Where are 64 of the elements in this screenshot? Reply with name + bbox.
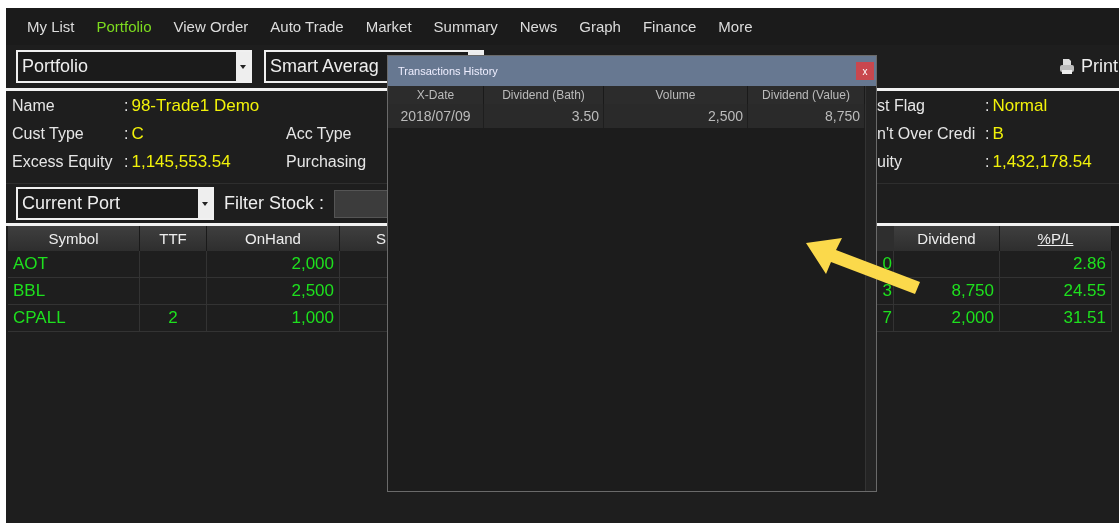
column-header[interactable]: Dividend [894, 226, 1000, 251]
column-header[interactable]: Symbol [8, 226, 140, 251]
table-cell: 2.86 [1000, 251, 1112, 278]
table-cell: 2 [140, 305, 207, 332]
field-label: Acc Type [286, 124, 353, 144]
table-cell: 2,000 [207, 251, 340, 278]
menu-tab[interactable]: Market [354, 18, 423, 35]
menu-tab[interactable]: Finance [631, 18, 708, 35]
field-label: Excess Equity [12, 152, 114, 172]
field-value: 98-Trade1 Demo [131, 95, 261, 117]
table-cell [140, 251, 207, 278]
portfolio-dropdown[interactable]: Portfolio [16, 50, 252, 83]
port-dropdown[interactable]: Current Port [16, 187, 214, 220]
table-cell: 31.51 [1000, 305, 1112, 332]
colon: : [124, 152, 130, 172]
field-value: Normal [992, 95, 1049, 117]
table-cell: 3.50 [484, 104, 604, 128]
column-header: Volume [604, 86, 748, 104]
column-header: Dividend (Value) [748, 86, 865, 104]
column-header [877, 226, 894, 251]
field-label: n't Over Credi [877, 124, 977, 144]
field-value: 1,432,178.54 [992, 151, 1093, 173]
menu-tab[interactable]: Summary [422, 18, 509, 35]
table-cell: BBL [8, 278, 140, 305]
table-cell: 2018/07/09 [388, 104, 484, 128]
column-header[interactable]: TTF [140, 226, 207, 251]
field-label: Purchasing [286, 152, 368, 172]
field-label: Cust Type [12, 124, 85, 144]
colon: : [985, 96, 991, 116]
colon: : [985, 124, 991, 144]
print-button[interactable]: Print [1059, 56, 1118, 77]
menu-tab[interactable]: Graph [568, 18, 632, 35]
menu-tab[interactable]: Portfolio [85, 18, 163, 35]
colon: : [985, 152, 991, 172]
printer-icon [1059, 58, 1075, 75]
table-cell: CPALL [8, 305, 140, 332]
field-label: Name [12, 96, 56, 116]
menu-tab[interactable]: News [508, 18, 569, 35]
table-cell: 2,500 [207, 278, 340, 305]
field-value: B [992, 123, 1005, 145]
table-cell: 2,500 [604, 104, 748, 128]
column-header: Dividend (Bath) [484, 86, 604, 104]
colon: : [124, 124, 130, 144]
caret-icon [240, 64, 246, 69]
field-label: uity [877, 152, 903, 172]
menu-tab[interactable]: View Order [162, 18, 260, 35]
field-label: st Flag [877, 96, 926, 116]
colon: : [124, 96, 130, 116]
table-cell: AOT [8, 251, 140, 278]
table-cell: 8,750 [748, 104, 865, 128]
filter-label: Filter Stock : [224, 193, 325, 214]
caret-icon [202, 201, 208, 206]
column-header: X-Date [388, 86, 484, 104]
field-value: C [131, 123, 145, 145]
column-header[interactable]: %P/L [1000, 226, 1112, 251]
menu-tab[interactable]: More [707, 18, 764, 35]
menu-tab[interactable]: Auto Trade [259, 18, 355, 35]
table-cell: 1,000 [207, 305, 340, 332]
table-cell: 24.55 [1000, 278, 1112, 305]
close-button[interactable]: x [856, 62, 874, 80]
table-cell: 2,000 [894, 305, 1000, 332]
field-value: 1,145,553.54 [131, 151, 232, 173]
column-header[interactable]: OnHand [207, 226, 340, 251]
menu-tab[interactable]: My List [16, 18, 86, 35]
